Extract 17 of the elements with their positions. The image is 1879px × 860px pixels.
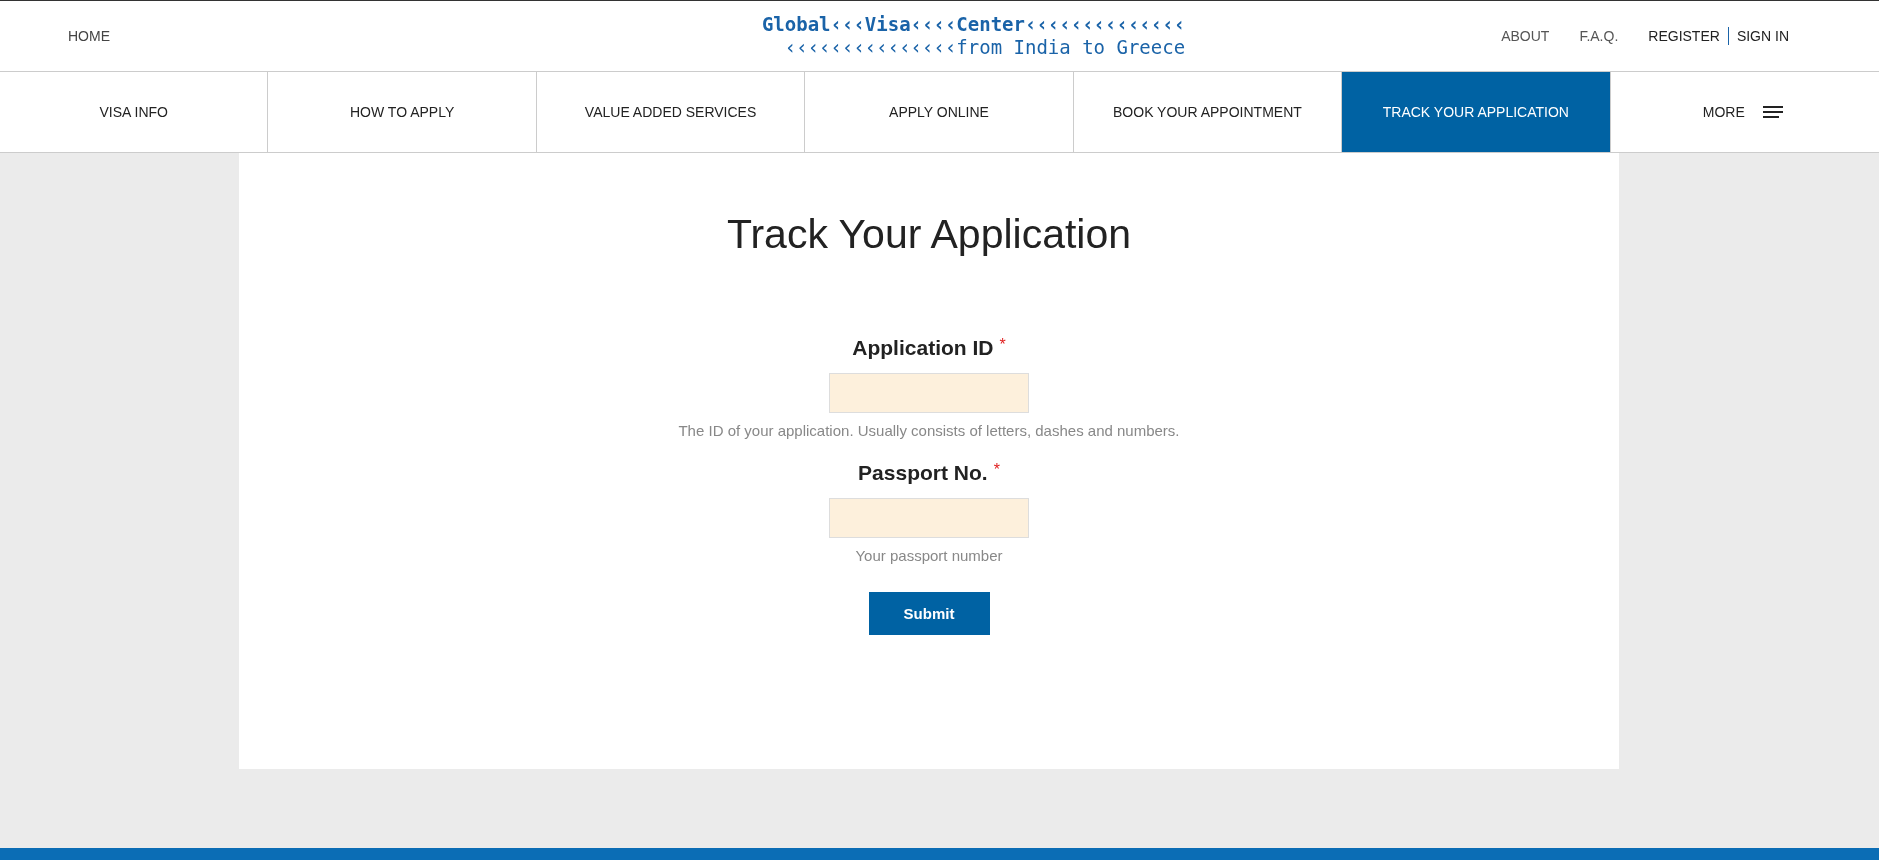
register-link[interactable]: REGISTER xyxy=(1648,28,1720,44)
sign-in-link[interactable]: SIGN IN xyxy=(1736,28,1789,44)
nav-tab[interactable]: TRACK YOUR APPLICATION xyxy=(1342,72,1611,152)
submit-button[interactable]: Submit xyxy=(868,592,990,635)
input-field[interactable] xyxy=(829,498,1029,538)
required-mark: * xyxy=(993,461,1000,479)
field-hint: Your passport number xyxy=(855,547,1003,564)
home-link[interactable]: HOME xyxy=(68,28,762,44)
logo[interactable]: Global‹‹‹Visa‹‹‹‹Center‹‹‹‹‹‹‹‹‹‹‹‹‹‹ ‹‹‹‹‹‹‹‹‹‹‹‹‹‹‹from India to Greece xyxy=(761,13,1186,59)
page-title: Track Your Application xyxy=(726,211,1132,258)
header-link[interactable]: F.A.Q. xyxy=(1579,28,1619,44)
header-link[interactable]: ABOUT xyxy=(1501,28,1550,44)
field-hint: The ID of your application. Usually consists of letters, dashes and numbers. xyxy=(678,422,1180,439)
field-label: Passport No. xyxy=(858,461,988,485)
field-label: Application ID xyxy=(852,336,994,360)
input-field[interactable] xyxy=(829,373,1029,413)
required-mark: * xyxy=(999,336,1006,354)
